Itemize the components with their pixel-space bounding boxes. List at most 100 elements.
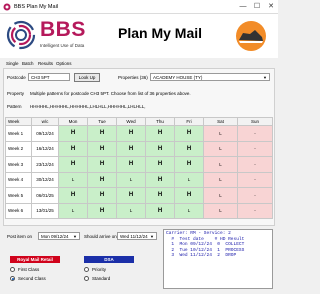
day-cell-thu[interactable]: H <box>145 140 175 157</box>
day-cell-tue[interactable]: H <box>87 125 117 142</box>
week-cell: Week 3 <box>5 156 32 173</box>
day-cell-fri[interactable]: L <box>174 171 204 188</box>
day-cell-fri[interactable]: H <box>174 156 204 173</box>
day-cell-fri[interactable]: H <box>174 187 204 204</box>
day-cell-thu[interactable]: H <box>145 202 175 219</box>
wc-date-cell: 16/12/24 <box>31 140 59 157</box>
window-title: BBS Plan My Mail <box>14 4 59 10</box>
day-cell-tue[interactable]: H <box>87 171 117 188</box>
menu-batch[interactable]: Batch <box>22 61 34 66</box>
pattern-value: HHHHHL,HHHHHL,HHHHHL,LHLHLL,HHHHHL,LHLHL… <box>30 104 146 109</box>
day-cell-thu[interactable]: H <box>145 171 175 188</box>
day-cell-mon[interactable]: H <box>58 187 88 204</box>
wc-date-cell: 09/12/24 <box>31 125 59 142</box>
header-sun: Sun <box>237 117 273 126</box>
day-cell-tue[interactable]: H <box>87 156 117 173</box>
table-row: Week 2 16/12/24 H H H H H L - <box>5 140 273 157</box>
close-button[interactable]: ✕ <box>264 2 278 12</box>
day-cell-sun[interactable]: - <box>237 202 273 219</box>
day-cell-mon[interactable]: L <box>58 202 88 219</box>
chevron-down-icon: ▼ <box>263 75 267 80</box>
day-cell-mon[interactable]: L <box>58 171 88 188</box>
day-cell-thu[interactable]: H <box>145 187 175 204</box>
radio-first-class[interactable] <box>10 267 15 272</box>
week-cell: Week 1 <box>5 125 32 142</box>
day-cell-wed[interactable]: H <box>116 187 146 204</box>
royal-mail-header: Royal Mail Retail <box>10 256 60 263</box>
properties-selected: ACADEMY HOUSE (TY) <box>153 75 203 80</box>
day-cell-wed[interactable]: H <box>116 125 146 142</box>
week-cell: Week 4 <box>5 171 32 188</box>
first-class-label: First Class <box>18 267 40 272</box>
day-cell-tue[interactable]: H <box>87 202 117 219</box>
day-cell-fri[interactable]: L <box>174 202 204 219</box>
day-cell-sun[interactable]: - <box>237 140 273 157</box>
app-heading: Plan My Mail <box>118 25 203 41</box>
menu-single[interactable]: Single <box>6 61 19 66</box>
day-cell-sat[interactable]: L <box>203 202 238 219</box>
day-cell-mon[interactable]: H <box>58 125 88 142</box>
day-cell-thu[interactable]: H <box>145 125 175 142</box>
week-cell: Week 6 <box>5 202 32 219</box>
wc-date-cell: 06/01/25 <box>31 187 59 204</box>
day-cell-sat[interactable]: L <box>203 125 238 142</box>
post-item-label: Post item on <box>7 234 33 239</box>
day-cell-wed[interactable]: H <box>116 140 146 157</box>
menu-bar: Single Batch Results Options <box>0 59 278 68</box>
menu-results[interactable]: Results <box>38 61 53 66</box>
header-thu: Thu <box>145 117 175 126</box>
standard-label: Standard <box>92 276 111 281</box>
table-row: Week 6 13/01/25 L H L H L L - <box>5 202 273 219</box>
day-cell-sat[interactable]: L <box>203 156 238 173</box>
day-cell-wed[interactable]: H <box>116 156 146 173</box>
property-label: Property <box>7 91 25 96</box>
day-cell-fri[interactable]: H <box>174 140 204 157</box>
day-cell-sat[interactable]: L <box>203 171 238 188</box>
post-date-value: Mon 09/12/24 <box>41 234 69 239</box>
table-row: Week 5 06/01/25 H H H H H L - <box>5 187 273 204</box>
day-cell-mon[interactable]: H <box>58 140 88 157</box>
day-cell-sun[interactable]: - <box>237 125 273 142</box>
header-tue: Tue <box>87 117 117 126</box>
properties-dropdown[interactable]: ACADEMY HOUSE (TY) ▼ <box>150 73 270 81</box>
arrive-label: Should arrive on <box>84 234 117 239</box>
wc-date-cell: 23/12/24 <box>31 156 59 173</box>
day-cell-fri[interactable]: H <box>174 125 204 142</box>
radio-second-class[interactable] <box>10 276 15 281</box>
menu-options[interactable]: Options <box>56 61 72 66</box>
bbs-logo-mark-icon <box>6 20 36 50</box>
header-sat: Sat <box>203 117 238 126</box>
day-cell-tue[interactable]: H <box>87 140 117 157</box>
pattern-label: Pattern <box>7 104 22 109</box>
arrive-date-select[interactable]: Wed 11/12/24 ▼ <box>117 232 157 240</box>
arrive-date-value: Wed 11/12/24 <box>120 234 148 239</box>
day-cell-sat[interactable]: L <box>203 140 238 157</box>
header-wed: Wed <box>116 117 146 126</box>
day-cell-sat[interactable]: L <box>203 187 238 204</box>
day-cell-mon[interactable]: H <box>58 156 88 173</box>
day-cell-sun[interactable]: - <box>237 156 273 173</box>
title-bar: BBS Plan My Mail — ☐ ✕ <box>0 0 278 14</box>
day-cell-sun[interactable]: - <box>237 187 273 204</box>
day-cell-sun[interactable]: - <box>237 171 273 188</box>
header-wc: w/c <box>31 117 59 126</box>
minimize-button[interactable]: — <box>236 2 250 12</box>
day-cell-thu[interactable]: H <box>145 156 175 173</box>
day-cell-wed[interactable]: L <box>116 171 146 188</box>
radio-priority[interactable] <box>84 267 89 272</box>
table-row: Week 4 30/12/24 L H L H L L - <box>5 171 273 188</box>
day-cell-tue[interactable]: H <box>87 187 117 204</box>
day-cell-wed[interactable]: L <box>116 202 146 219</box>
lookup-button[interactable]: Look Up <box>74 73 100 82</box>
postcode-input[interactable]: CH3 5PT <box>28 73 70 81</box>
maximize-button[interactable]: ☐ <box>250 2 264 12</box>
postcode-label: Postcode <box>7 75 26 80</box>
grid-header-row: Week w/c Mon Tue Wed Thu Fri Sat Sun <box>5 117 273 126</box>
running-shoe-logo-icon <box>236 21 266 51</box>
header-mon: Mon <box>58 117 88 126</box>
results-output: Carrier: RM - Service: 2 # Test date # H… <box>163 229 273 289</box>
post-date-select[interactable]: Mon 09/12/24 ▼ <box>38 232 80 240</box>
radio-standard[interactable] <box>84 276 89 281</box>
chevron-down-icon: ▼ <box>73 234 77 239</box>
header-fri: Fri <box>174 117 204 126</box>
